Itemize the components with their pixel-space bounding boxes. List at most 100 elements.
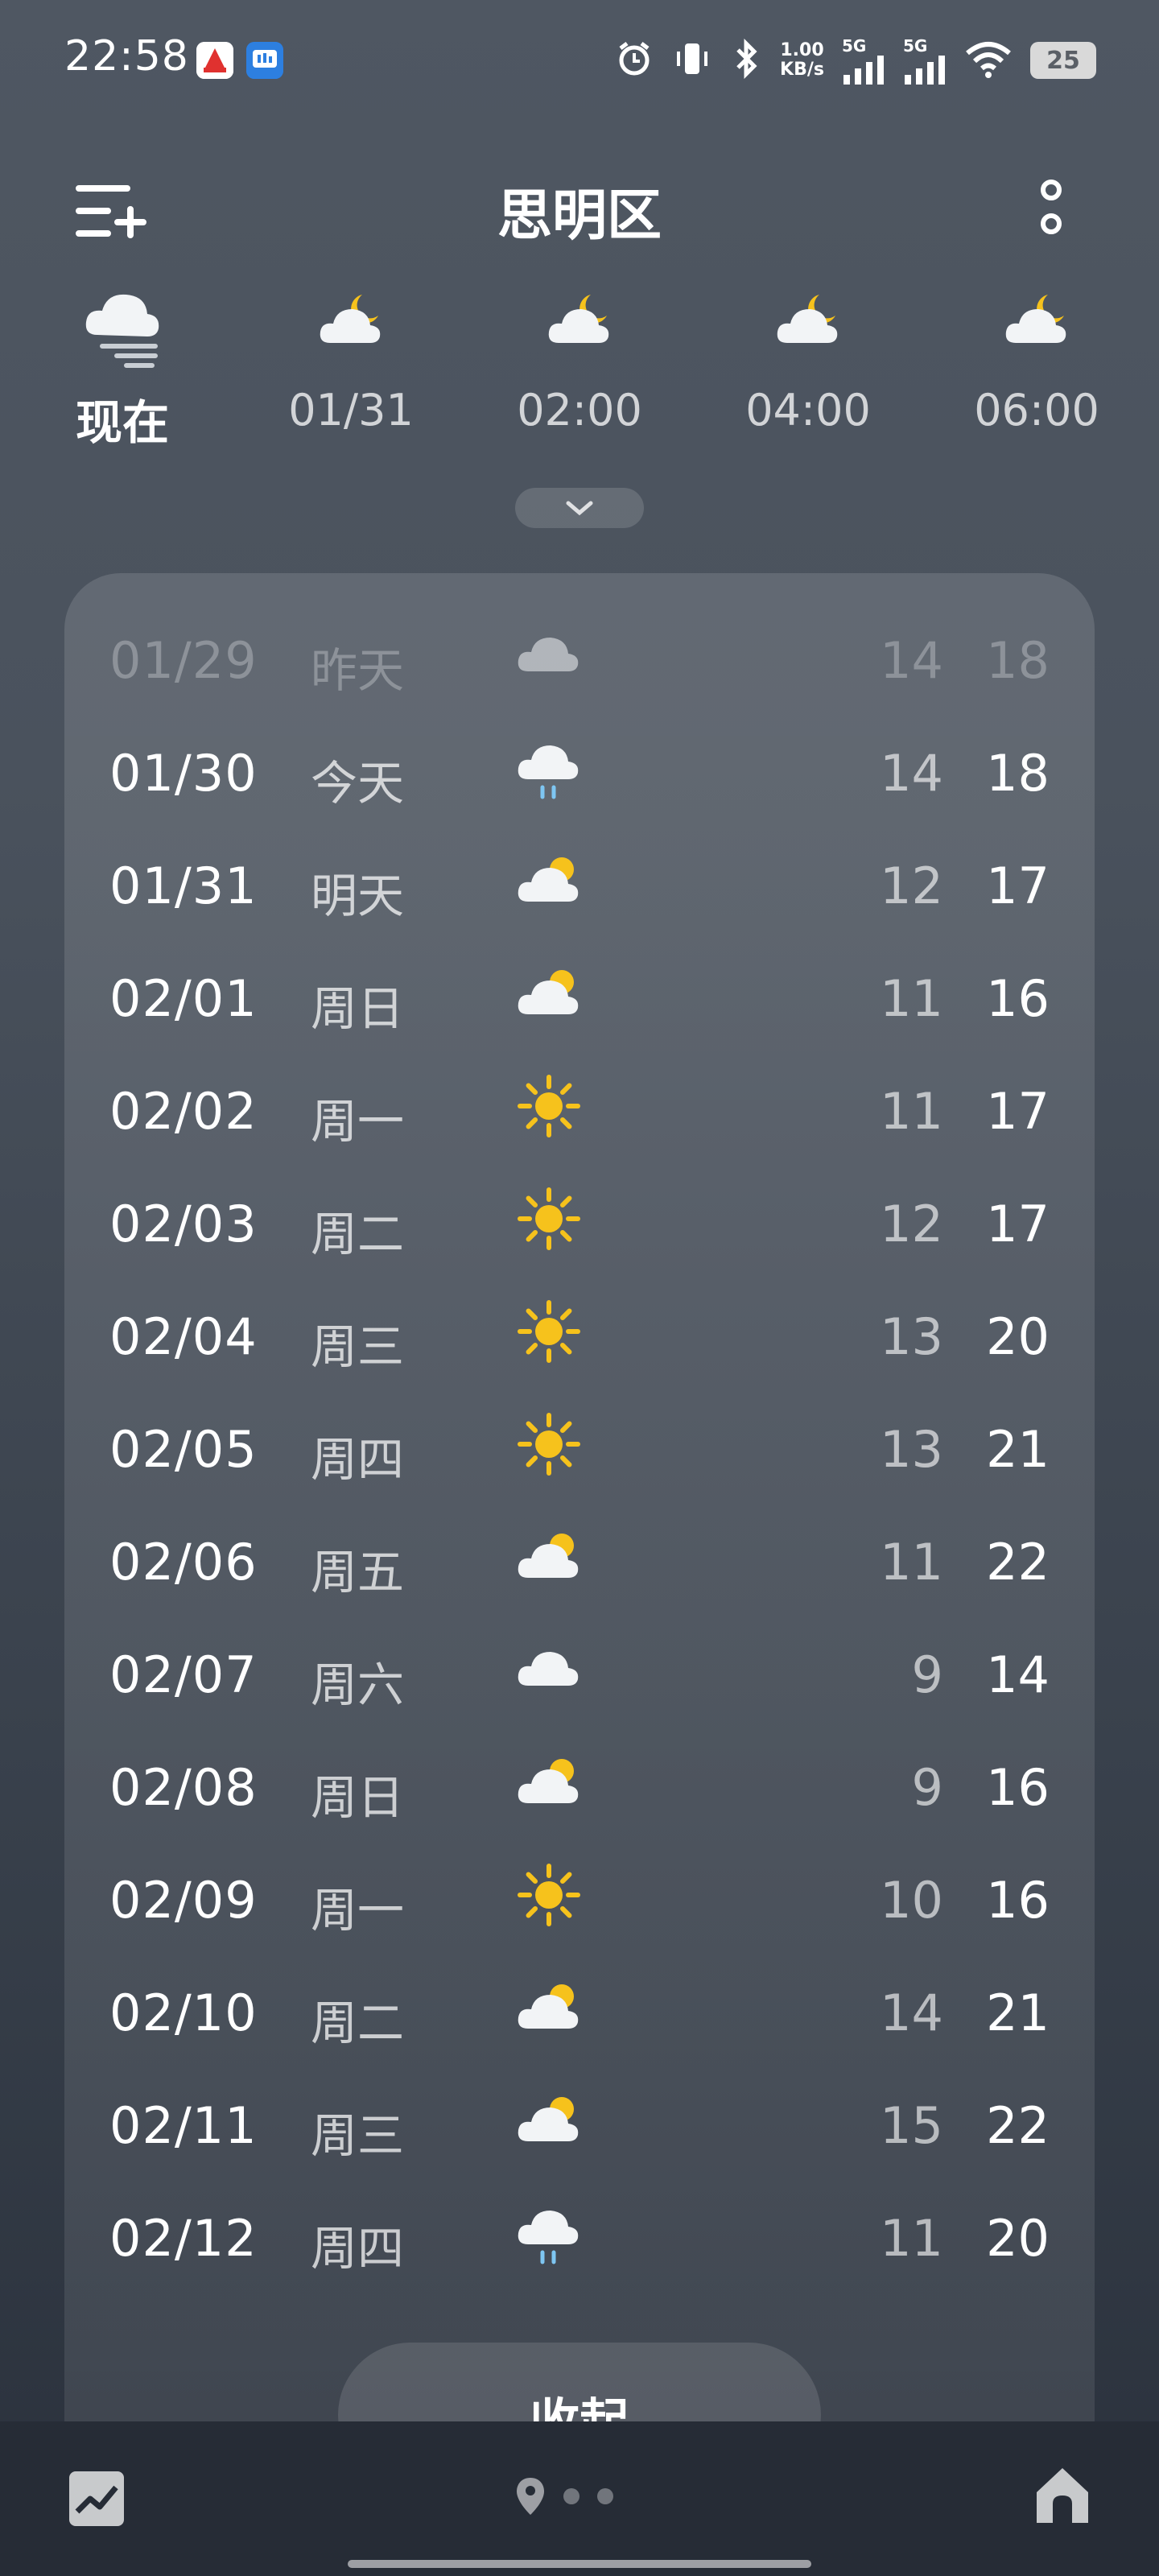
signal-type-label: 5G xyxy=(842,36,867,56)
daily-row[interactable]: 01/31 明天 12 17 xyxy=(64,829,1095,942)
daily-weekday: 明天 xyxy=(311,869,405,923)
daily-date: 01/31 xyxy=(109,857,258,915)
partly-cloudy-icon xyxy=(515,1974,583,2041)
daily-high-temp: 21 xyxy=(986,1420,1050,1479)
daily-date: 02/01 xyxy=(109,969,258,1028)
net-speed-unit: KB/s xyxy=(780,60,824,80)
daily-high-temp: 22 xyxy=(986,1533,1050,1591)
partly-cloudy-icon xyxy=(515,1523,583,1591)
daily-date: 02/12 xyxy=(109,2209,258,2268)
partly-cloudy-icon xyxy=(515,2087,583,2154)
daily-row[interactable]: 02/07 周六 9 14 xyxy=(64,1618,1095,1731)
vibrate-icon xyxy=(672,39,712,82)
daily-high-temp: 16 xyxy=(986,1758,1050,1817)
daily-low-temp: 9 xyxy=(911,1758,943,1817)
expand-toggle[interactable] xyxy=(515,488,644,528)
daily-low-temp: 14 xyxy=(880,744,943,803)
daily-row[interactable]: 02/01 周日 11 16 xyxy=(64,942,1095,1055)
daily-weekday: 周五 xyxy=(311,1545,405,1600)
sun-icon xyxy=(515,1298,583,1368)
daily-weekday: 周二 xyxy=(311,1996,405,2050)
home-icon xyxy=(1037,2468,1088,2523)
net-speed: 1.00 KB/s xyxy=(780,41,824,80)
hourly-label: 02:00 xyxy=(517,385,642,436)
daily-row[interactable]: 02/12 周四 11 20 xyxy=(64,2182,1095,2294)
daily-row[interactable]: 01/29 昨天 14 18 xyxy=(64,604,1095,716)
partly-cloudy-icon xyxy=(515,847,583,914)
daily-low-temp: 11 xyxy=(880,1533,943,1591)
alarm-icon xyxy=(614,39,654,82)
daily-high-temp: 17 xyxy=(986,1082,1050,1141)
daily-date: 02/06 xyxy=(109,1533,258,1591)
daily-low-temp: 14 xyxy=(880,1984,943,2042)
daily-date: 02/08 xyxy=(109,1758,258,1817)
cloud-fog-icon xyxy=(78,282,167,374)
daily-row[interactable]: 02/10 周二 14 21 xyxy=(64,1956,1095,2069)
daily-row[interactable]: 02/03 周二 12 17 xyxy=(64,1167,1095,1280)
daily-high-temp: 22 xyxy=(986,2096,1050,2155)
signal-type-label-2: 5G xyxy=(903,36,928,56)
daily-weekday: 周四 xyxy=(311,2221,405,2276)
home-button[interactable] xyxy=(1032,2465,1093,2529)
sun-icon xyxy=(515,1072,583,1143)
daily-date: 01/30 xyxy=(109,744,258,803)
daily-high-temp: 18 xyxy=(986,744,1050,803)
gesture-bar[interactable] xyxy=(348,2560,811,2568)
trend-button[interactable] xyxy=(68,2470,126,2531)
daily-row[interactable]: 02/02 周一 11 17 xyxy=(64,1055,1095,1167)
net-speed-value: 1.00 xyxy=(780,40,824,60)
daily-row[interactable]: 02/08 周日 9 16 xyxy=(64,1731,1095,1843)
daily-high-temp: 21 xyxy=(986,1984,1050,2042)
daily-low-temp: 10 xyxy=(880,1871,943,1930)
hourly-label: 04:00 xyxy=(745,385,871,436)
daily-weekday: 周一 xyxy=(311,1883,405,1938)
daily-weekday: 昨天 xyxy=(311,643,405,698)
daily-row[interactable]: 02/09 周一 10 16 xyxy=(64,1843,1095,1956)
daily-date: 01/29 xyxy=(109,631,258,690)
hourly-label: 现在 xyxy=(75,395,169,450)
daily-row[interactable]: 02/05 周四 13 21 xyxy=(64,1393,1095,1505)
daily-row[interactable]: 02/11 周三 15 22 xyxy=(64,2069,1095,2182)
daily-high-temp: 20 xyxy=(986,2209,1050,2268)
daily-row[interactable]: 02/04 周三 13 20 xyxy=(64,1280,1095,1393)
daily-high-temp: 14 xyxy=(986,1645,1050,1704)
signal-icon-2: 5G xyxy=(903,36,947,85)
signal-icon-1: 5G xyxy=(842,36,885,85)
chevron-down-icon xyxy=(566,501,593,516)
app-notification-icon xyxy=(196,42,233,79)
daily-weekday: 周二 xyxy=(311,1207,405,1261)
daily-date: 02/05 xyxy=(109,1420,258,1479)
moon-cloud-icon xyxy=(317,288,385,356)
daily-row[interactable]: 01/30 今天 14 18 xyxy=(64,716,1095,829)
daily-low-temp: 13 xyxy=(880,1420,943,1479)
cloud-icon xyxy=(515,621,583,689)
partly-cloudy-icon xyxy=(515,1748,583,1816)
daily-high-temp: 17 xyxy=(986,857,1050,915)
rain-icon xyxy=(515,2199,583,2280)
daily-date: 02/04 xyxy=(109,1307,258,1366)
page-dot xyxy=(597,2488,613,2504)
daily-date: 02/07 xyxy=(109,1645,258,1704)
wifi-icon xyxy=(964,39,1013,82)
daily-date: 02/11 xyxy=(109,2096,258,2155)
location-pin-icon xyxy=(517,2478,544,2515)
daily-weekday: 周四 xyxy=(311,1432,405,1487)
daily-weekday: 周日 xyxy=(311,1770,405,1825)
daily-row[interactable]: 02/06 周五 11 22 xyxy=(64,1505,1095,1618)
more-options-button[interactable] xyxy=(1035,179,1067,246)
trend-chart-icon xyxy=(69,2471,124,2526)
daily-high-temp: 18 xyxy=(986,631,1050,690)
sun-icon xyxy=(515,1185,583,1256)
daily-weekday: 周日 xyxy=(311,981,405,1036)
daily-high-temp: 20 xyxy=(986,1307,1050,1366)
daily-low-temp: 15 xyxy=(880,2096,943,2155)
daily-date: 02/02 xyxy=(109,1082,258,1141)
rain-icon xyxy=(515,734,583,815)
daily-date: 02/10 xyxy=(109,1984,258,2042)
daily-high-temp: 16 xyxy=(986,969,1050,1028)
daily-low-temp: 14 xyxy=(880,631,943,690)
daily-low-temp: 12 xyxy=(880,1195,943,1253)
hourly-label: 06:00 xyxy=(974,385,1099,436)
daily-weekday: 周三 xyxy=(311,1319,405,1374)
city-title[interactable]: 思明区 xyxy=(0,171,1159,250)
